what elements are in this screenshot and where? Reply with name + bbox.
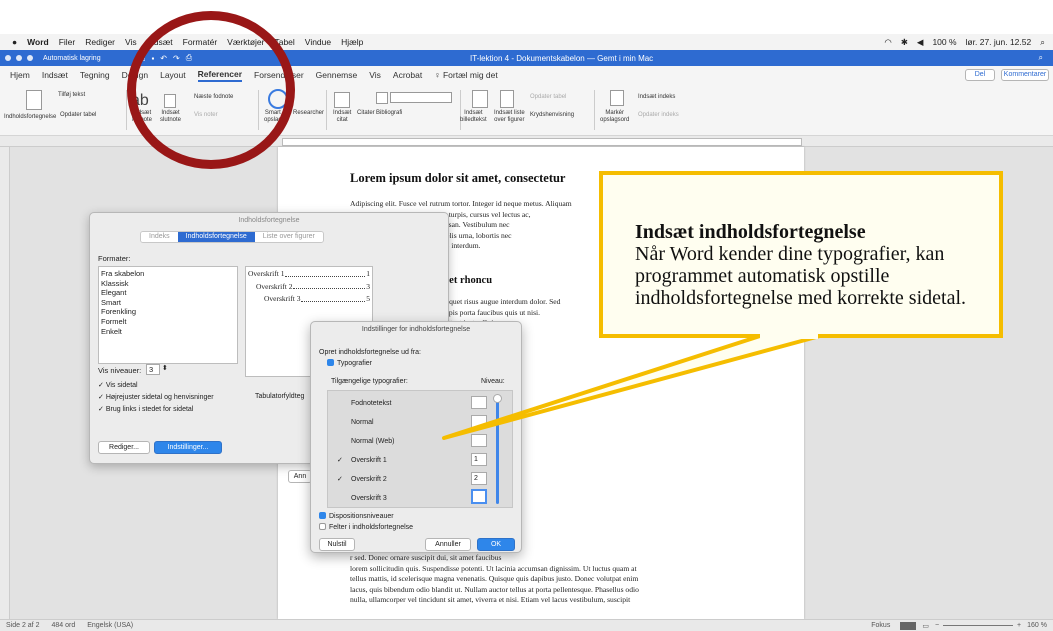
print-layout-icon[interactable] bbox=[900, 621, 917, 630]
callout-body: Når Word kender dine typografier, kan pr… bbox=[635, 243, 967, 309]
callout-title: Indsæt indholdsfortegnelse bbox=[635, 221, 866, 243]
highlight-circle bbox=[127, 11, 295, 169]
focus-button[interactable]: Fokus bbox=[871, 622, 890, 629]
zoom-level[interactable]: 160 % bbox=[1027, 622, 1047, 629]
status-bar: Side 2 af 2 484 ord Engelsk (USA) Fokus … bbox=[0, 619, 1053, 631]
tip-callout: Indsæt indholdsfortegnelse Når Word kend… bbox=[599, 171, 1003, 338]
zoom-out-icon[interactable]: − bbox=[935, 622, 939, 629]
callout-join bbox=[760, 331, 818, 339]
callout-arrow-shape bbox=[442, 334, 822, 440]
zoom-slider[interactable] bbox=[943, 625, 1014, 626]
language[interactable]: Engelsk (USA) bbox=[87, 622, 133, 629]
web-layout-icon[interactable]: ▭ bbox=[922, 622, 929, 630]
page-count[interactable]: Side 2 af 2 bbox=[6, 622, 39, 629]
zoom-in-icon[interactable]: + bbox=[1017, 622, 1021, 629]
callout-text: Indsæt indholdsfortegnelse Når Word kend… bbox=[635, 221, 999, 309]
word-count[interactable]: 484 ord bbox=[51, 622, 75, 629]
